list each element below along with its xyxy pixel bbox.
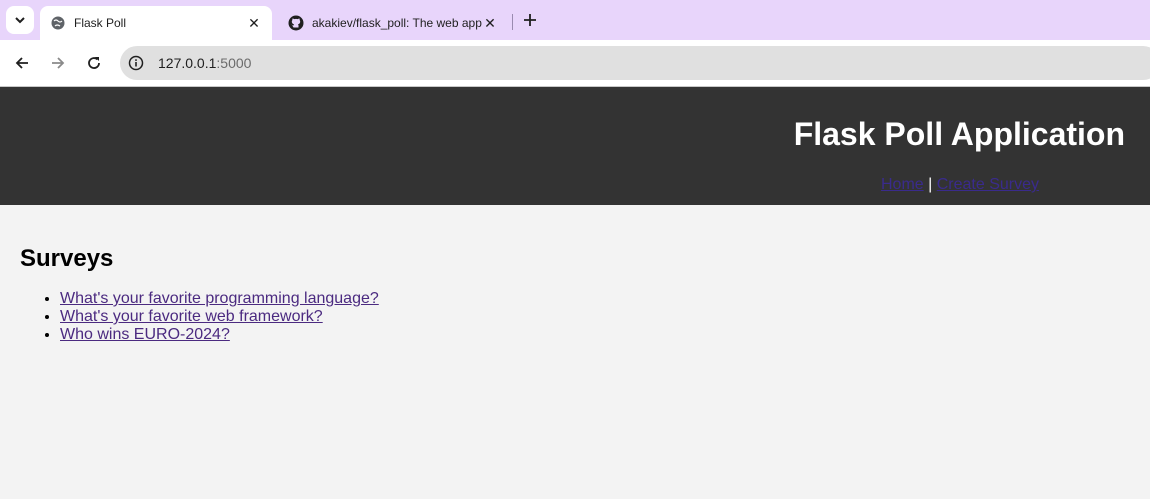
tab-strip: Flask Poll ✕ akakiev/flask_poll: The web… [0,0,1150,40]
nav-separator: | [928,176,933,193]
url-text: 127.0.0.1:5000 [158,55,251,71]
list-item: What's your favorite web framework? [60,308,379,326]
tab-title: Flask Poll [74,16,127,30]
survey-link[interactable]: Who wins EURO-2024? [60,326,230,343]
tab-title: akakiev/flask_poll: The web app [312,16,482,30]
globe-icon [50,15,66,31]
survey-link[interactable]: What's your favorite programming languag… [60,290,379,307]
github-icon [288,15,304,31]
main-content: Surveys What's your favorite programming… [20,245,379,344]
site-nav: Home | Create Survey [881,176,1039,194]
nav-create-survey-link[interactable]: Create Survey [937,176,1039,193]
chevron-down-icon [15,17,25,24]
reload-button[interactable] [82,51,106,75]
arrow-right-icon [52,57,65,69]
back-button[interactable] [10,51,34,75]
plus-icon [524,14,536,26]
surveys-heading: Surveys [20,245,114,272]
address-bar[interactable]: 127.0.0.1:5000 [120,46,1150,80]
close-icon[interactable]: ✕ [246,15,262,31]
tab-separator [512,14,513,30]
new-tab-button[interactable] [518,8,542,32]
url-host: 127.0.0.1 [158,55,217,71]
tab-search-button[interactable] [6,6,34,34]
list-item: Who wins EURO-2024? [60,326,379,344]
survey-list: What's your favorite programming languag… [20,290,379,344]
browser-toolbar: 127.0.0.1:5000 [0,40,1150,86]
nav-home-link[interactable]: Home [881,176,924,193]
close-icon[interactable]: ✕ [482,15,498,31]
tab-flask-poll[interactable]: Flask Poll ✕ [40,6,272,40]
survey-link[interactable]: What's your favorite web framework? [60,308,323,325]
tab-github[interactable]: akakiev/flask_poll: The web app ✕ [278,6,508,40]
page-title: Flask Poll Application [793,116,1125,152]
reload-icon [88,57,100,69]
info-icon[interactable] [128,55,144,71]
list-item: What's your favorite programming languag… [60,290,379,308]
site-header: Flask Poll Application Home | Create Sur… [0,87,1150,205]
arrow-left-icon [15,57,28,69]
forward-button[interactable] [46,51,70,75]
url-port: :5000 [216,55,252,71]
